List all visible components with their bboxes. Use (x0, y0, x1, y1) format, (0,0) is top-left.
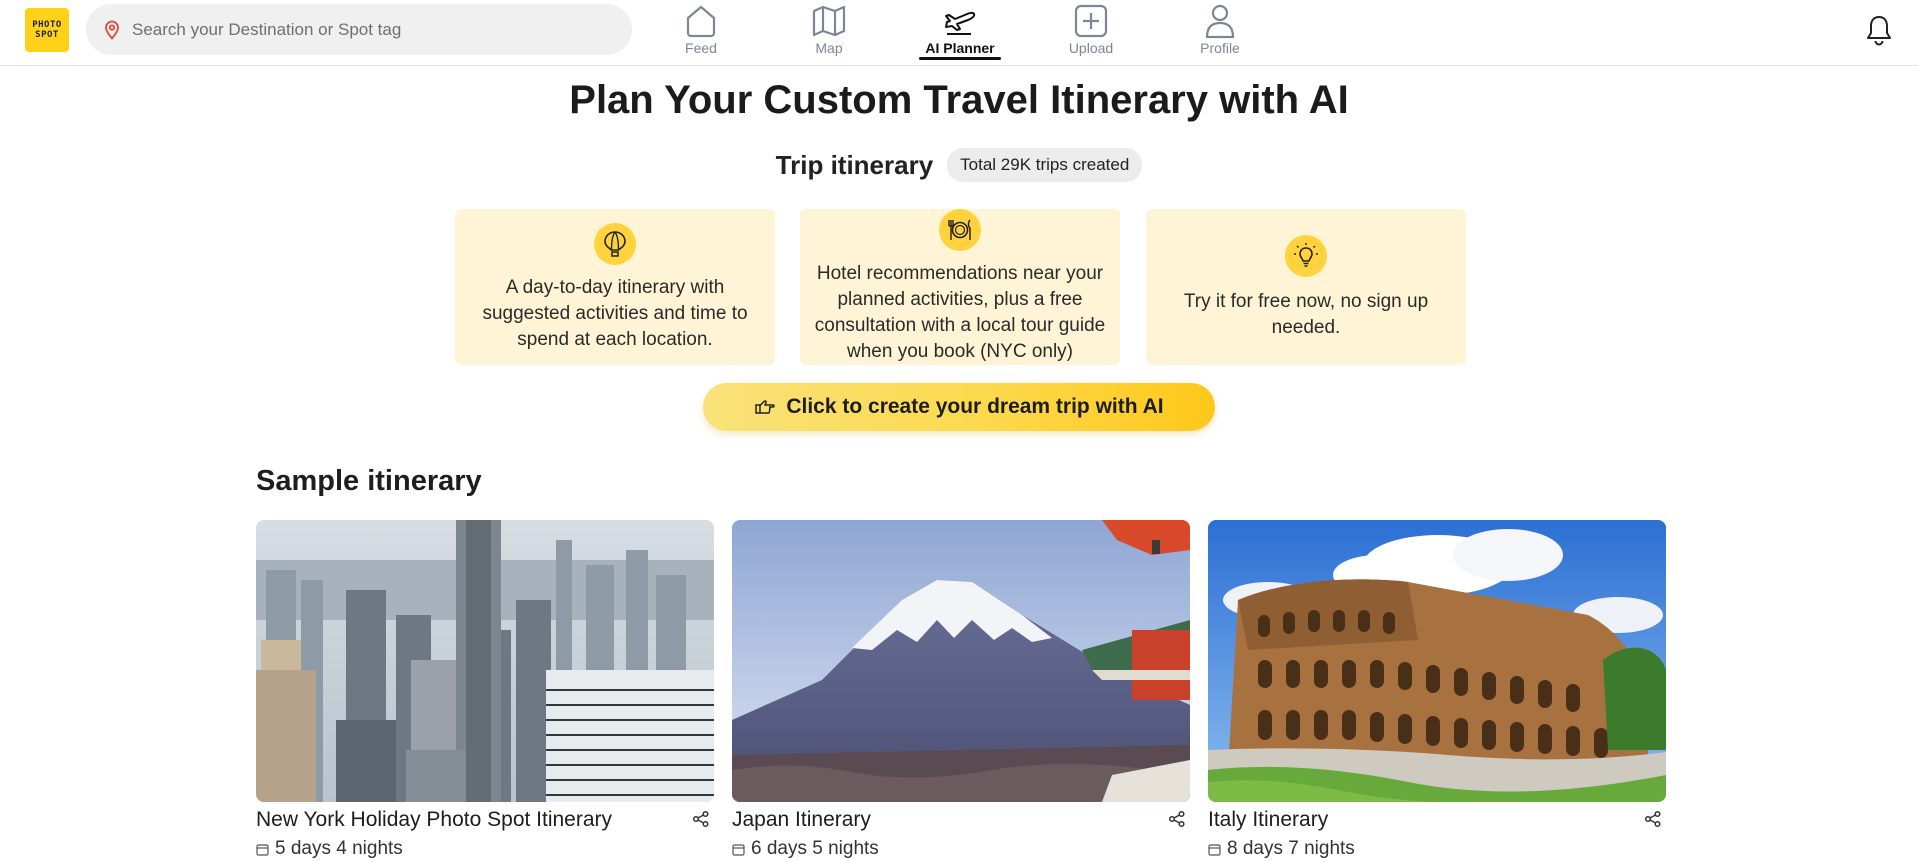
trip-itinerary-heading: Trip itinerary (775, 149, 934, 180)
nav-profile[interactable]: Profile (1165, 2, 1275, 60)
photo-spot-logo[interactable]: PHOTO SPOT (25, 8, 69, 52)
page-title: Plan Your Custom Travel Itinerary with A… (569, 78, 1349, 122)
home-icon (686, 5, 716, 38)
feature-text-itinerary: A day-to-day itinerary with suggested ac… (482, 277, 748, 350)
new-york-skyline-photo[interactable] (256, 520, 714, 802)
itinerary-card-japan[interactable]: Japan Itinerary 6 days 5 nights (732, 520, 1190, 862)
feature-card-itinerary: A day-to-day itinerary with suggested ac… (455, 209, 775, 365)
top-navigation-bar: PHOTO SPOT Feed Map AI Planner (0, 0, 1918, 66)
search-bar[interactable] (86, 4, 632, 55)
map-icon (812, 5, 846, 37)
search-input[interactable] (132, 19, 612, 40)
colosseum-photo[interactable] (1208, 520, 1666, 802)
nav-feed-label: Feed (685, 40, 717, 56)
nav-profile-label: Profile (1200, 40, 1240, 56)
card-duration-text: 5 days 4 nights (275, 838, 403, 859)
nav-map-label: Map (815, 40, 843, 56)
sample-itinerary-heading: Sample itinerary (256, 465, 482, 497)
create-trip-button[interactable]: Click to create your dream trip with AI (703, 383, 1215, 431)
feature-card-free-trial: Try it for free now, no sign up needed. (1146, 209, 1466, 365)
nav-map[interactable]: Map (774, 2, 884, 60)
share-icon[interactable] (1644, 810, 1662, 828)
airplane-icon (945, 11, 976, 35)
create-trip-button-label: Click to create your dream trip with AI (786, 395, 1164, 418)
mount-fuji-photo[interactable] (732, 520, 1190, 802)
nav-upload[interactable]: Upload (1036, 2, 1146, 60)
nav-ai-planner-label: AI Planner (925, 40, 995, 56)
share-icon[interactable] (692, 810, 710, 828)
location-pin-icon (105, 20, 119, 40)
card-duration: 5 days 4 nights (256, 838, 403, 860)
feature-text-free-trial: Try it for free now, no sign up needed. (1183, 291, 1429, 338)
share-icon[interactable] (1168, 810, 1186, 828)
card-duration-text: 8 days 7 nights (1227, 838, 1355, 859)
nav-ai-planner[interactable]: AI Planner (905, 2, 1015, 60)
card-title[interactable]: Italy Itinerary (1208, 808, 1328, 832)
plate-fork-knife-icon (939, 209, 981, 251)
lightbulb-icon (1285, 235, 1327, 277)
trip-itinerary-row: Trip itinerary Total 29K trips created (0, 148, 1918, 182)
trips-created-badge: Total 29K trips created (947, 148, 1143, 182)
bell-icon[interactable] (1864, 14, 1894, 46)
calendar-icon (1208, 843, 1221, 856)
card-title[interactable]: Japan Itinerary (732, 808, 871, 832)
feature-card-hotel: Hotel recommendations near your planned … (800, 209, 1120, 365)
card-duration: 6 days 5 nights (732, 838, 879, 860)
nav-feed[interactable]: Feed (646, 2, 756, 60)
card-duration-text: 6 days 5 nights (751, 838, 879, 859)
user-icon (1205, 4, 1235, 39)
card-duration: 8 days 7 nights (1208, 838, 1355, 860)
hot-air-balloon-icon (594, 223, 636, 265)
plus-square-icon (1074, 4, 1108, 38)
calendar-icon (732, 843, 745, 856)
logo-line-1: PHOTO (32, 20, 62, 30)
itinerary-card-italy[interactable]: Italy Itinerary 8 days 7 nights (1208, 520, 1666, 862)
card-title[interactable]: New York Holiday Photo Spot Itinerary (256, 808, 612, 832)
pointing-hand-icon (755, 400, 776, 414)
nav-upload-label: Upload (1068, 40, 1114, 56)
itinerary-card-new-york[interactable]: New York Holiday Photo Spot Itinerary 5 … (256, 520, 714, 862)
feature-text-hotel: Hotel recommendations near your planned … (814, 263, 1106, 362)
calendar-icon (256, 843, 269, 856)
logo-line-2: SPOT (35, 30, 59, 40)
